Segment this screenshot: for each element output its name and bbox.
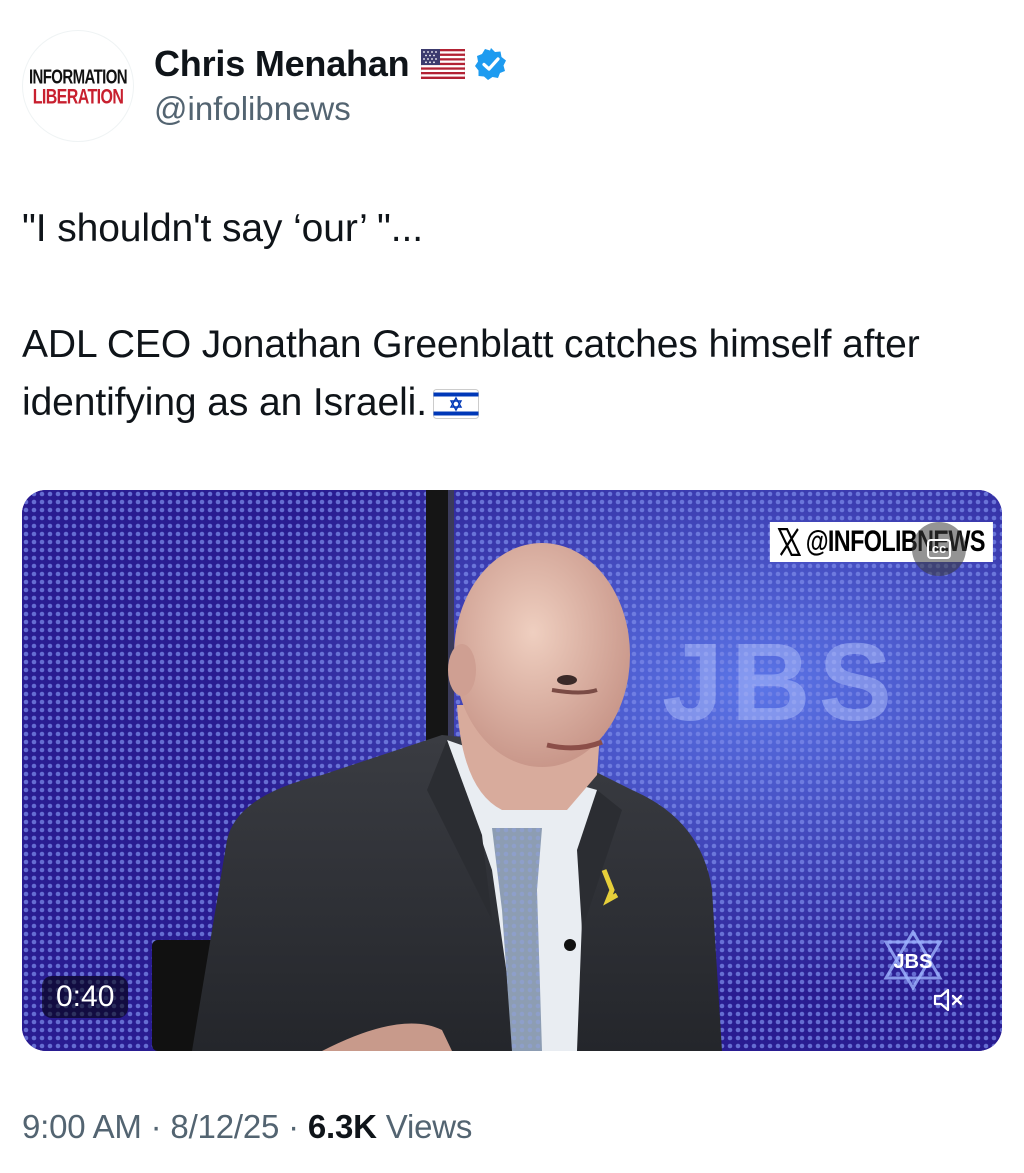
views-label: Views: [376, 1108, 473, 1145]
views-count: 6.3K: [307, 1108, 377, 1145]
avatar[interactable]: INFORMATION LIBERATION: [22, 30, 134, 142]
video-frame: JBS: [22, 490, 1002, 1051]
mute-button[interactable]: [928, 982, 968, 1018]
israel-flag-icon: [432, 389, 479, 419]
tweet-meta: 9:00 AM · 8/12/25 · 6.3K Views: [22, 1108, 472, 1146]
tweet-text: "I shouldn't say ‘our’ "... ADL CEO Jona…: [22, 200, 1002, 432]
author-name-row: Chris Menahan: [154, 42, 509, 86]
jbs-logo-text: JBS: [894, 951, 933, 973]
author-name[interactable]: Chris Menahan: [154, 43, 410, 85]
x-logo-icon: [778, 528, 802, 556]
meta-separator: ·: [279, 1108, 308, 1145]
cc-icon: cc: [926, 539, 952, 559]
us-flag-icon: [421, 49, 466, 79]
speaker-muted-icon: [933, 988, 963, 1012]
jbs-channel-logo: JBS: [883, 930, 943, 990]
author-handle[interactable]: @infolibnews: [154, 90, 351, 128]
verified-badge-icon: [475, 48, 507, 80]
tweet-header: INFORMATION LIBERATION Chris Menahan @in…: [22, 30, 1002, 142]
svg-text:JBS: JBS: [662, 621, 900, 744]
tweet-line-quote: "I shouldn't say ‘our’ "...: [22, 207, 423, 250]
video-duration: 0:40: [42, 976, 129, 1018]
tweet-line-body: ADL CEO Jonathan Greenblatt catches hims…: [22, 316, 1002, 432]
avatar-line1: INFORMATION: [28, 65, 128, 89]
meta-separator: ·: [141, 1108, 171, 1145]
tweet-time[interactable]: 9:00 AM: [22, 1108, 142, 1145]
cc-button[interactable]: cc: [912, 522, 966, 576]
avatar-line2: LIBERATION: [32, 85, 124, 109]
tweet-date[interactable]: 8/12/25: [170, 1108, 279, 1145]
video-player[interactable]: JBS @INFOLIBNEWS cc JBS 0:40: [22, 490, 1002, 1051]
